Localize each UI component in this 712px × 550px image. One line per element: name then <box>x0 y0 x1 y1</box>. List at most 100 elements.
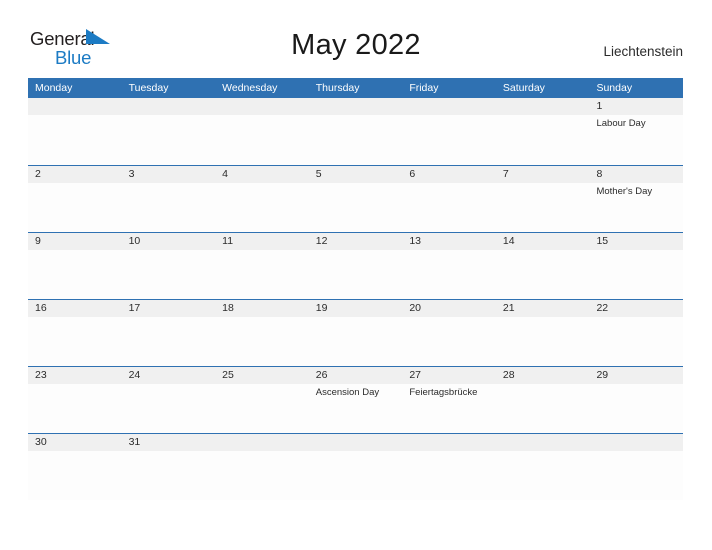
day-cell[interactable] <box>215 384 309 433</box>
day-cell <box>215 115 309 164</box>
day-cell[interactable] <box>589 384 683 433</box>
day-cell[interactable] <box>309 183 403 232</box>
day-number[interactable]: 21 <box>496 300 590 317</box>
day-number[interactable]: 29 <box>589 367 683 384</box>
day-cell[interactable] <box>402 317 496 366</box>
day-number[interactable]: 5 <box>309 166 403 183</box>
day-number[interactable]: 28 <box>496 367 590 384</box>
day-number[interactable]: 8 <box>589 166 683 183</box>
day-cell[interactable] <box>122 451 216 500</box>
day-cell[interactable] <box>309 250 403 299</box>
day-cell[interactable] <box>496 183 590 232</box>
day-cell <box>122 115 216 164</box>
day-number[interactable]: 7 <box>496 166 590 183</box>
day-number-empty <box>122 98 216 115</box>
day-number[interactable]: 30 <box>28 434 122 451</box>
day-cell <box>402 451 496 500</box>
weekday-header-thursday: Thursday <box>315 82 360 94</box>
day-cell[interactable] <box>402 183 496 232</box>
day-number[interactable]: 25 <box>215 367 309 384</box>
day-cell[interactable] <box>28 183 122 232</box>
day-number[interactable]: 1 <box>589 98 683 115</box>
day-number[interactable]: 12 <box>309 233 403 250</box>
day-number[interactable]: 2 <box>28 166 122 183</box>
holiday-label: Feiertagsbrücke <box>409 387 478 398</box>
day-events-band: Mother's Day <box>28 183 683 232</box>
day-number[interactable]: 17 <box>122 300 216 317</box>
day-number-empty <box>215 434 309 451</box>
weekday-header-wednesday: Wednesday <box>222 82 278 94</box>
day-number-empty <box>309 434 403 451</box>
calendar-week-row: 16 17 18 19 20 21 22 <box>28 299 683 366</box>
day-cell[interactable] <box>215 250 309 299</box>
weekday-header-sunday: Sunday <box>596 82 633 94</box>
day-cell[interactable] <box>496 384 590 433</box>
day-cell[interactable] <box>589 317 683 366</box>
calendar-week-row: 23 24 25 26 27 28 29 Ascension Day Feiertagsbrüc… <box>28 366 683 433</box>
day-number[interactable]: 20 <box>402 300 496 317</box>
day-cell[interactable]: Mother's Day <box>589 183 683 232</box>
day-number-empty <box>215 98 309 115</box>
day-number-empty <box>309 98 403 115</box>
day-number[interactable]: 31 <box>122 434 216 451</box>
day-number[interactable]: 13 <box>402 233 496 250</box>
day-cell[interactable] <box>589 250 683 299</box>
day-cell <box>402 115 496 164</box>
day-cell[interactable]: Labour Day <box>589 115 683 164</box>
day-number[interactable]: 14 <box>496 233 590 250</box>
day-cell <box>309 451 403 500</box>
day-number[interactable]: 26 <box>309 367 403 384</box>
day-number-band: 1 <box>28 98 683 115</box>
day-cell[interactable] <box>122 250 216 299</box>
day-cell <box>309 115 403 164</box>
day-number[interactable]: 19 <box>309 300 403 317</box>
calendar-grid: Monday Tuesday Wednesday Thursday Friday Satu… <box>28 78 683 500</box>
weekday-header-friday: Friday <box>409 82 439 94</box>
day-number-empty <box>496 434 590 451</box>
day-number[interactable]: 23 <box>28 367 122 384</box>
weekday-header-tuesday: Tuesday <box>128 82 169 94</box>
day-cell[interactable] <box>122 183 216 232</box>
day-cell[interactable] <box>402 250 496 299</box>
day-cell[interactable] <box>215 317 309 366</box>
weekday-header-saturday: Saturday <box>502 82 545 94</box>
day-number[interactable]: 18 <box>215 300 309 317</box>
day-cell[interactable] <box>122 317 216 366</box>
day-cell[interactable] <box>28 451 122 500</box>
calendar-week-row: 1 Labour Day <box>28 98 683 165</box>
day-cell[interactable] <box>28 384 122 433</box>
day-number[interactable]: 27 <box>402 367 496 384</box>
day-cell <box>589 451 683 500</box>
day-number[interactable]: 4 <box>215 166 309 183</box>
day-number-band: 16 17 18 19 20 21 22 <box>28 300 683 317</box>
holiday-label: Ascension Day <box>315 387 380 398</box>
day-number[interactable]: 9 <box>28 233 122 250</box>
day-number[interactable]: 16 <box>28 300 122 317</box>
day-cell <box>496 451 590 500</box>
day-number[interactable]: 3 <box>122 166 216 183</box>
day-cell <box>28 115 122 164</box>
weekday-header-monday: Monday <box>35 82 73 94</box>
calendar-page: General Blue May 2022 Liechtenstein Mond… <box>0 0 712 550</box>
day-cell[interactable] <box>215 183 309 232</box>
day-cell[interactable]: Feiertagsbrücke <box>402 384 496 433</box>
day-number-band: 30 31 <box>28 434 683 451</box>
calendar-week-row: 30 31 <box>28 433 683 500</box>
day-number-band: 9 10 11 12 13 14 15 <box>28 233 683 250</box>
day-number-empty <box>402 434 496 451</box>
day-cell[interactable] <box>28 317 122 366</box>
day-cell[interactable]: Ascension Day <box>309 384 403 433</box>
day-number[interactable]: 11 <box>215 233 309 250</box>
day-cell[interactable] <box>122 384 216 433</box>
day-cell[interactable] <box>496 317 590 366</box>
day-number[interactable]: 22 <box>589 300 683 317</box>
day-number[interactable]: 10 <box>122 233 216 250</box>
day-events-band <box>28 317 683 366</box>
day-number-empty <box>28 98 122 115</box>
day-number[interactable]: 6 <box>402 166 496 183</box>
day-number[interactable]: 15 <box>589 233 683 250</box>
day-cell[interactable] <box>496 250 590 299</box>
day-cell[interactable] <box>309 317 403 366</box>
day-cell[interactable] <box>28 250 122 299</box>
day-number[interactable]: 24 <box>122 367 216 384</box>
